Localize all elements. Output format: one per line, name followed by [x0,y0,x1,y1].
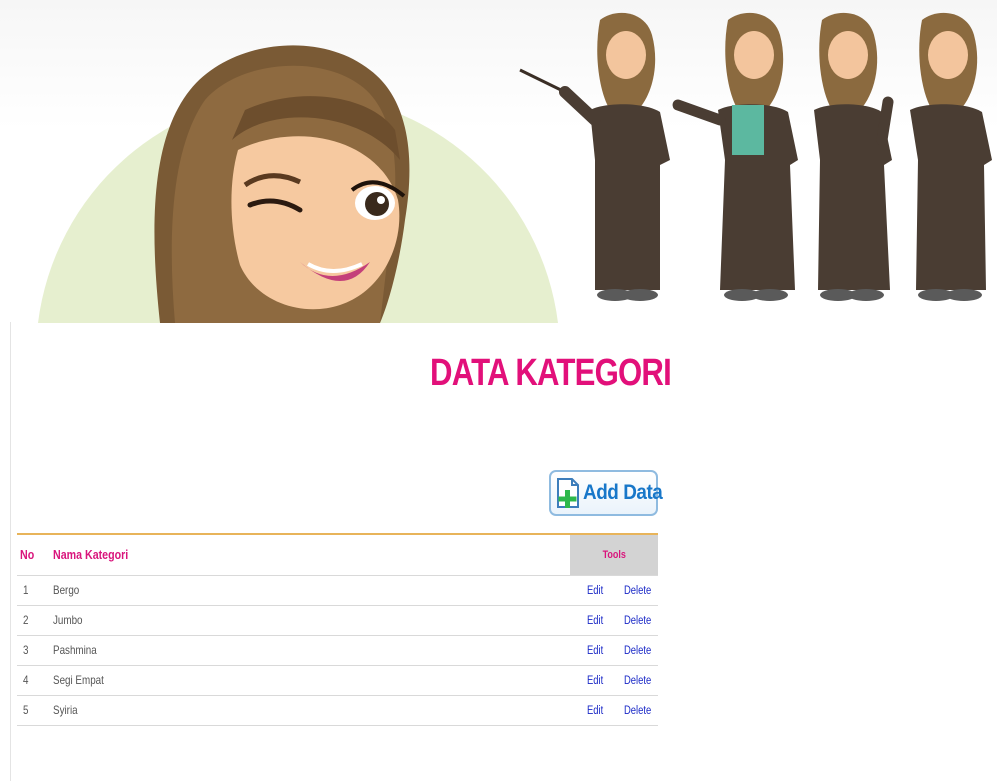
delete-link[interactable]: Delete [624,675,657,687]
row-category-name: Syiria [53,703,78,717]
delete-link[interactable]: Delete [624,615,657,627]
header-banner [0,0,997,323]
table-header-row: No Nama Kategori Tools [17,534,658,575]
row-tools: Edit Delete [570,635,658,665]
table-row: 1 Bergo Edit Delete [17,575,658,605]
edit-link[interactable]: Edit [587,615,607,627]
row-number: 1 [23,583,29,597]
edit-link[interactable]: Edit [587,705,607,717]
category-table: No Nama Kategori Tools 1 Bergo Edit Delete 2… [17,533,658,726]
page-title: DATA KATEGORI [430,352,672,394]
row-number: 5 [23,703,29,717]
delete-link[interactable]: Delete [624,705,657,717]
row-tools: Edit Delete [570,665,658,695]
column-header-tools: Tools [569,534,658,575]
row-number: 4 [23,673,29,687]
delete-link[interactable]: Delete [624,585,657,597]
table-row: 5 Syiria Edit Delete [17,695,658,725]
table-row: 4 Segi Empat Edit Delete [17,665,658,695]
delete-link[interactable]: Delete [624,645,657,657]
edit-link[interactable]: Edit [587,645,607,657]
edit-link[interactable]: Edit [587,585,607,597]
column-header-no: No [20,547,35,563]
content-left-border [10,322,11,781]
add-data-label: Add Data [583,481,663,504]
row-number: 2 [23,613,29,627]
table-row: 2 Jumbo Edit Delete [17,605,658,635]
presenter-figure-4 [910,12,992,301]
row-category-name: Pashmina [53,643,97,657]
row-number: 3 [23,643,29,657]
row-category-name: Bergo [53,583,80,597]
row-category-name: Segi Empat [53,673,104,687]
table-row: 3 Pashmina Edit Delete [17,635,658,665]
row-tools: Edit Delete [570,695,658,725]
banner-illustration [38,12,992,323]
add-document-icon [555,476,581,510]
add-data-button[interactable]: Add Data [549,470,663,516]
presenter-figure-1 [519,12,670,301]
presenter-figure-2 [672,12,798,301]
column-header-name: Nama Kategori [53,547,129,563]
edit-link[interactable]: Edit [587,675,607,687]
row-category-name: Jumbo [53,613,83,627]
row-tools: Edit Delete [570,605,658,635]
row-tools: Edit Delete [570,575,658,605]
presenter-figure-3 [814,12,894,301]
winking-hijab-face-illustration [154,45,410,323]
